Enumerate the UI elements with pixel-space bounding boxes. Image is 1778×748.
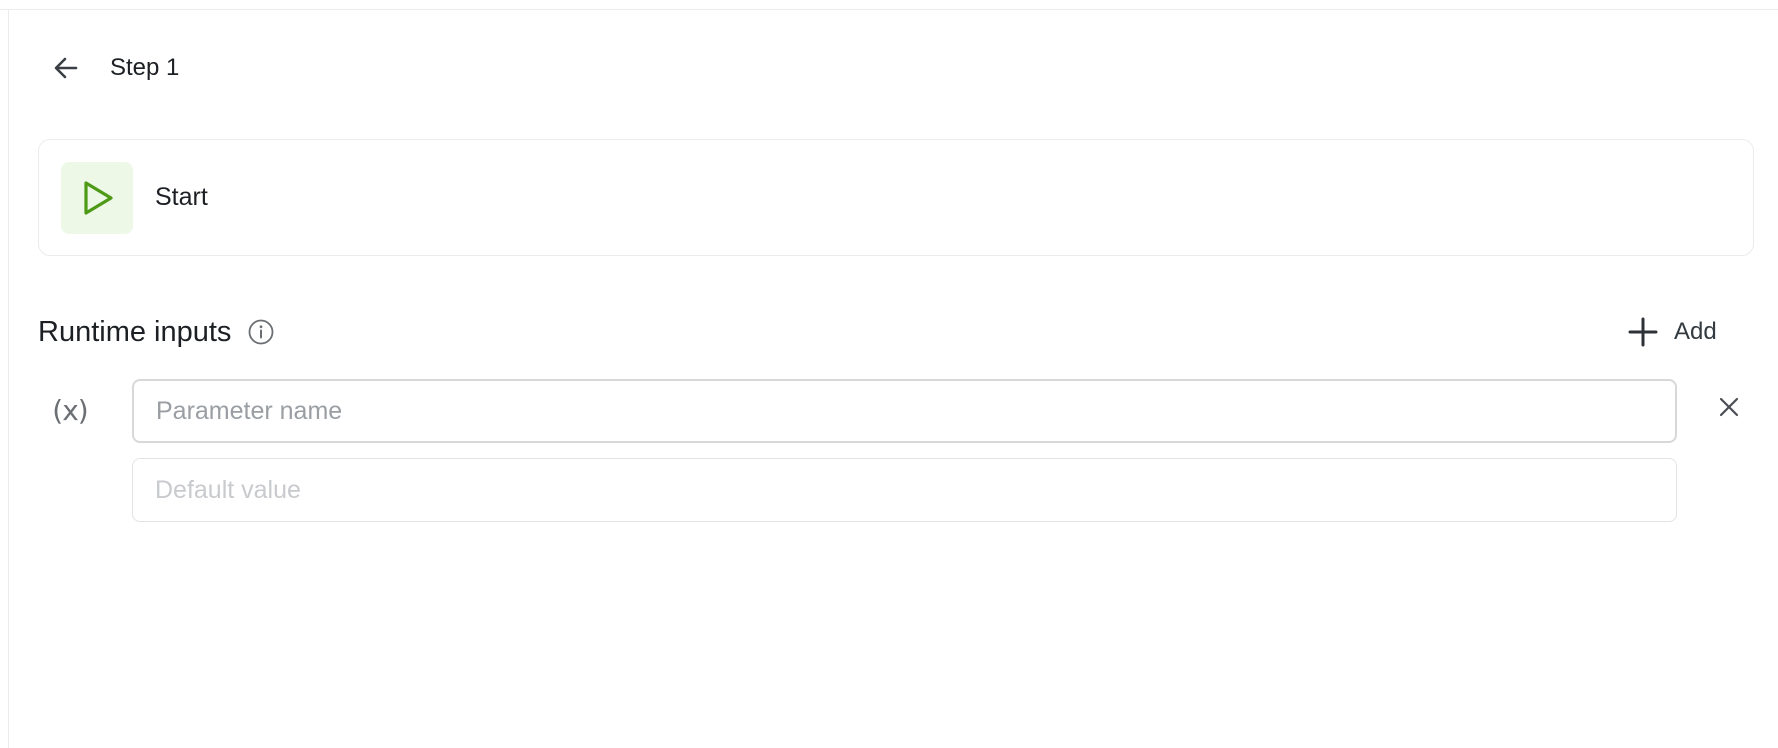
parameter-name-input[interactable]: [132, 379, 1677, 443]
add-input-button[interactable]: Add: [1628, 312, 1717, 352]
top-divider: [0, 9, 1778, 10]
info-icon[interactable]: [247, 318, 275, 346]
default-value-input[interactable]: [132, 458, 1677, 522]
step-panel: Step 1 Start Runtime inputs Add (x): [0, 0, 1778, 748]
left-divider: [8, 9, 9, 748]
add-button-label: Add: [1674, 318, 1717, 345]
runtime-inputs-header: Runtime inputs: [38, 312, 275, 352]
page-title: Step 1: [110, 54, 180, 81]
panel-header: Step 1: [46, 48, 179, 88]
back-button[interactable]: [46, 48, 86, 88]
start-icon-container: [61, 161, 133, 234]
remove-input-button[interactable]: [1712, 390, 1746, 424]
plus-icon: [1628, 317, 1658, 347]
close-icon: [1719, 397, 1739, 417]
section-title: Runtime inputs: [38, 315, 232, 348]
variable-icon: (x): [52, 393, 88, 427]
start-label: Start: [155, 183, 208, 211]
start-step-card[interactable]: Start: [38, 139, 1754, 256]
play-icon: [84, 180, 113, 215]
arrow-left-icon: [54, 57, 78, 79]
